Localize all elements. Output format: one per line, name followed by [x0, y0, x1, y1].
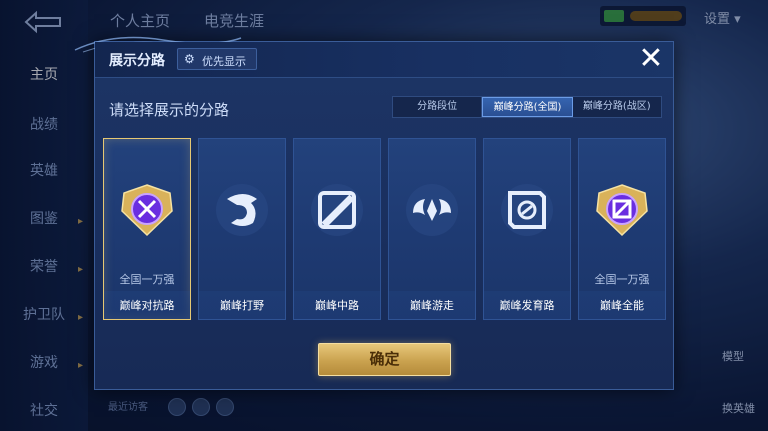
lane-name: 巅峰打野 — [220, 299, 264, 312]
lane-card-allround[interactable]: 全国一万强 巅峰全能 — [578, 138, 666, 320]
clash-lane-badge-icon — [121, 184, 173, 237]
rank-label: 全国一万强 — [119, 273, 175, 286]
jungle-dragon-icon — [216, 184, 268, 236]
lane-name: 巅峰发育路 — [499, 299, 555, 312]
roam-wings-icon — [406, 184, 458, 236]
lane-source-tabs: 分路段位 巅峰分路(全国) 巅峰分路(战区) — [392, 96, 662, 118]
lane-card-jungle[interactable]: 巅峰打野 — [198, 138, 286, 320]
lane-name: 巅峰中路 — [315, 299, 359, 312]
tab-peak-lane-national[interactable]: 巅峰分路(全国) — [482, 97, 573, 117]
lane-card-list: 全国一万强 巅峰对抗路 巅峰打野 巅峰中路 巅峰游走 巅峰发育路 全国一万强 巅… — [103, 138, 667, 320]
lane-card-farm[interactable]: 巅峰发育路 — [483, 138, 571, 320]
tab-peak-lane-region[interactable]: 巅峰分路(战区) — [573, 97, 661, 117]
dialog-header: 展示分路 ⚙ 优先显示 ✕ — [95, 42, 673, 78]
confirm-button[interactable]: 确定 — [318, 343, 451, 376]
lane-name: 巅峰对抗路 — [119, 299, 175, 312]
tab-lane-rank[interactable]: 分路段位 — [393, 97, 483, 117]
lane-card-mid[interactable]: 巅峰中路 — [293, 138, 381, 320]
gear-icon: ⚙ — [184, 52, 195, 66]
dialog-title: 展示分路 — [109, 53, 165, 69]
all-round-badge-icon — [596, 184, 648, 237]
lane-name: 巅峰全能 — [600, 299, 644, 312]
priority-display-button[interactable]: ⚙ 优先显示 — [177, 48, 257, 70]
lane-card-clash[interactable]: 全国一万强 巅峰对抗路 — [103, 138, 191, 320]
rank-label: 全国一万强 — [594, 273, 650, 286]
lane-name: 巅峰游走 — [410, 299, 454, 312]
dialog-subtitle: 请选择展示的分路 — [109, 101, 230, 119]
display-lane-dialog: 展示分路 ⚙ 优先显示 ✕ 请选择展示的分路 分路段位 巅峰分路(全国) 巅峰分… — [74, 36, 674, 390]
lane-card-roam[interactable]: 巅峰游走 — [388, 138, 476, 320]
priority-display-label: 优先显示 — [202, 55, 246, 68]
mid-lane-icon — [311, 184, 363, 236]
farm-lane-icon — [501, 184, 553, 236]
close-button[interactable]: ✕ — [635, 43, 667, 75]
